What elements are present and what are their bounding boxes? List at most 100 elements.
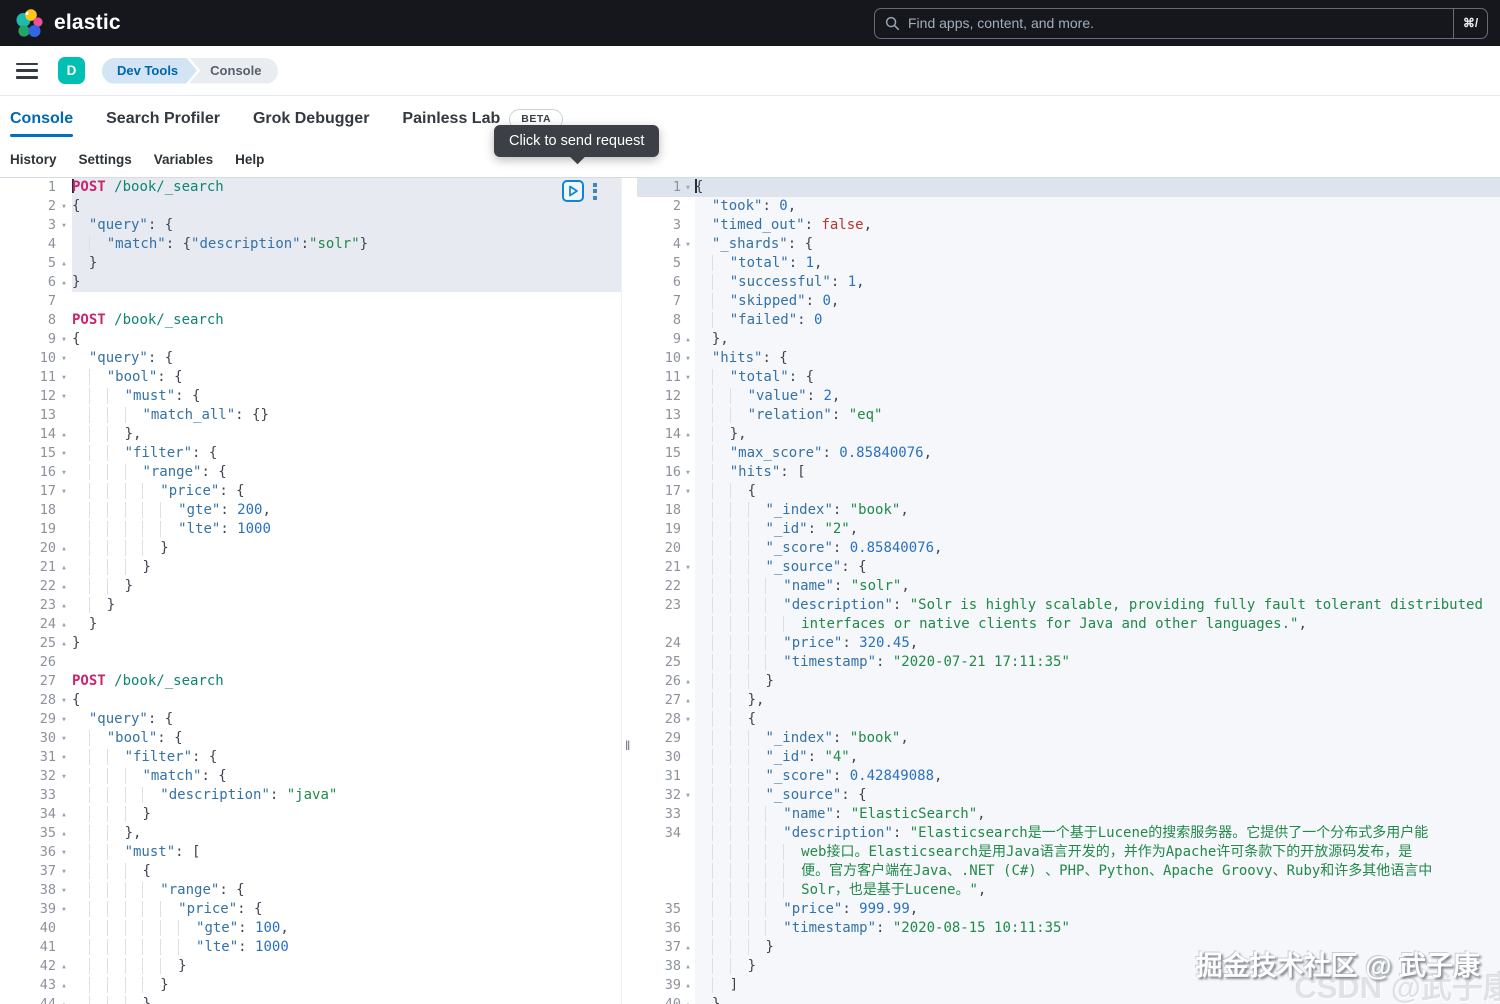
- panel-divider[interactable]: ‖: [622, 178, 637, 1004]
- code-text[interactable]: }: [72, 558, 621, 577]
- code-line[interactable]: 19 "lte": 1000: [0, 520, 621, 539]
- fold-toggle-icon[interactable]: ▾: [56, 463, 72, 482]
- code-line[interactable]: 1POST /book/_search: [0, 178, 621, 197]
- code-text[interactable]: }: [72, 596, 621, 615]
- fold-toggle-icon[interactable]: ▾: [681, 235, 695, 254]
- code-line[interactable]: 25▴}: [0, 634, 621, 653]
- code-line[interactable]: 38▾ "range": {: [0, 881, 621, 900]
- fold-toggle-icon[interactable]: ▾: [681, 368, 695, 387]
- code-line[interactable]: 16▾ "range": {: [0, 463, 621, 482]
- code-text[interactable]: {: [72, 862, 621, 881]
- code-text[interactable]: }: [72, 577, 621, 596]
- fold-toggle-icon[interactable]: ▾: [56, 216, 72, 235]
- fold-toggle-icon[interactable]: ▴: [56, 273, 72, 292]
- code-text[interactable]: "bool": {: [72, 368, 621, 387]
- code-text[interactable]: }: [72, 273, 621, 292]
- fold-toggle-icon[interactable]: ▴: [56, 558, 72, 577]
- code-text[interactable]: "lte": 1000: [72, 938, 621, 957]
- code-line[interactable]: 29▾ "query": {: [0, 710, 621, 729]
- code-text[interactable]: "match_all": {}: [72, 406, 621, 425]
- fold-toggle-icon[interactable]: ▴: [681, 995, 695, 1004]
- fold-toggle-icon[interactable]: ▴: [56, 805, 72, 824]
- code-line[interactable]: 34▴ }: [0, 805, 621, 824]
- code-line[interactable]: 33 "description": "java": [0, 786, 621, 805]
- code-text[interactable]: "query": {: [72, 216, 621, 235]
- code-text[interactable]: {: [72, 691, 621, 710]
- code-text[interactable]: }: [72, 539, 621, 558]
- code-line[interactable]: 37▾ {: [0, 862, 621, 881]
- code-line[interactable]: 11▾ "bool": {: [0, 368, 621, 387]
- menu-history[interactable]: History: [10, 152, 57, 167]
- fold-toggle-icon[interactable]: ▾: [56, 862, 72, 881]
- menu-icon[interactable]: [16, 63, 38, 79]
- fold-toggle-icon[interactable]: ▾: [56, 482, 72, 501]
- code-text[interactable]: "query": {: [72, 710, 621, 729]
- tab-grok-debugger[interactable]: Grok Debugger: [253, 96, 369, 142]
- code-text[interactable]: "bool": {: [72, 729, 621, 748]
- fold-toggle-icon[interactable]: ▾: [681, 463, 695, 482]
- code-line[interactable]: 26: [0, 653, 621, 672]
- code-text[interactable]: "gte": 200,: [72, 501, 621, 520]
- fold-toggle-icon[interactable]: ▴: [681, 957, 695, 976]
- fold-toggle-icon[interactable]: ▴: [681, 691, 695, 710]
- menu-settings[interactable]: Settings: [79, 152, 132, 167]
- code-text[interactable]: }: [72, 976, 621, 995]
- code-line[interactable]: 4 "match": {"description":"solr"}: [0, 235, 621, 254]
- fold-toggle-icon[interactable]: ▴: [56, 577, 72, 596]
- code-line[interactable]: 41 "lte": 1000: [0, 938, 621, 957]
- tab-console[interactable]: Console: [10, 96, 73, 142]
- fold-toggle-icon[interactable]: ▾: [681, 178, 695, 197]
- code-text[interactable]: "query": {: [72, 349, 621, 368]
- fold-toggle-icon[interactable]: ▾: [681, 349, 695, 368]
- code-text[interactable]: }: [72, 634, 621, 653]
- code-text[interactable]: },: [72, 425, 621, 444]
- fold-toggle-icon[interactable]: ▾: [56, 368, 72, 387]
- code-text[interactable]: "filter": {: [72, 748, 621, 767]
- fold-toggle-icon[interactable]: ▾: [56, 729, 72, 748]
- code-line[interactable]: 9▾{: [0, 330, 621, 349]
- request-options-icon[interactable]: [591, 181, 599, 202]
- code-line[interactable]: 24▴ }: [0, 615, 621, 634]
- code-text[interactable]: {: [72, 197, 621, 216]
- code-line[interactable]: 20▴ }: [0, 539, 621, 558]
- code-text[interactable]: [72, 292, 621, 311]
- code-text[interactable]: "price": {: [72, 900, 621, 919]
- code-line[interactable]: 8POST /book/_search: [0, 311, 621, 330]
- code-text[interactable]: "description": "java": [72, 786, 621, 805]
- code-line[interactable]: 12▾ "must": {: [0, 387, 621, 406]
- fold-toggle-icon[interactable]: ▾: [56, 444, 72, 463]
- code-line[interactable]: 21▴ }: [0, 558, 621, 577]
- fold-toggle-icon[interactable]: ▴: [681, 976, 695, 995]
- fold-toggle-icon[interactable]: ▾: [681, 482, 695, 501]
- code-text[interactable]: "price": {: [72, 482, 621, 501]
- code-text[interactable]: "filter": {: [72, 444, 621, 463]
- code-line[interactable]: 14▴ },: [0, 425, 621, 444]
- fold-toggle-icon[interactable]: ▾: [56, 197, 72, 216]
- fold-toggle-icon[interactable]: ▾: [56, 900, 72, 919]
- code-line[interactable]: 35▴ },: [0, 824, 621, 843]
- code-text[interactable]: }: [72, 995, 621, 1004]
- fold-toggle-icon[interactable]: ▴: [681, 672, 695, 691]
- fold-toggle-icon[interactable]: ▴: [56, 539, 72, 558]
- fold-toggle-icon[interactable]: ▴: [56, 824, 72, 843]
- fold-toggle-icon[interactable]: ▾: [681, 558, 695, 577]
- fold-toggle-icon[interactable]: ▴: [681, 938, 695, 957]
- breadcrumb-dev-tools[interactable]: Dev Tools: [102, 58, 197, 84]
- fold-toggle-icon[interactable]: ▴: [56, 425, 72, 444]
- code-line[interactable]: 18 "gte": 200,: [0, 501, 621, 520]
- code-line[interactable]: 3▾ "query": {: [0, 216, 621, 235]
- code-text[interactable]: "match": {"description":"solr"}: [72, 235, 621, 254]
- code-text[interactable]: [72, 653, 621, 672]
- fold-toggle-icon[interactable]: ▴: [56, 957, 72, 976]
- code-line[interactable]: 22▴ }: [0, 577, 621, 596]
- fold-toggle-icon[interactable]: ▴: [56, 596, 72, 615]
- code-line[interactable]: 27POST /book/_search: [0, 672, 621, 691]
- code-line[interactable]: 30▾ "bool": {: [0, 729, 621, 748]
- code-text[interactable]: "range": {: [72, 881, 621, 900]
- code-line[interactable]: 5▴ }: [0, 254, 621, 273]
- code-line[interactable]: 15▾ "filter": {: [0, 444, 621, 463]
- code-line[interactable]: 2▾{: [0, 197, 621, 216]
- fold-toggle-icon[interactable]: ▴: [681, 330, 695, 349]
- fold-toggle-icon[interactable]: ▾: [56, 691, 72, 710]
- code-text[interactable]: POST /book/_search: [72, 672, 621, 691]
